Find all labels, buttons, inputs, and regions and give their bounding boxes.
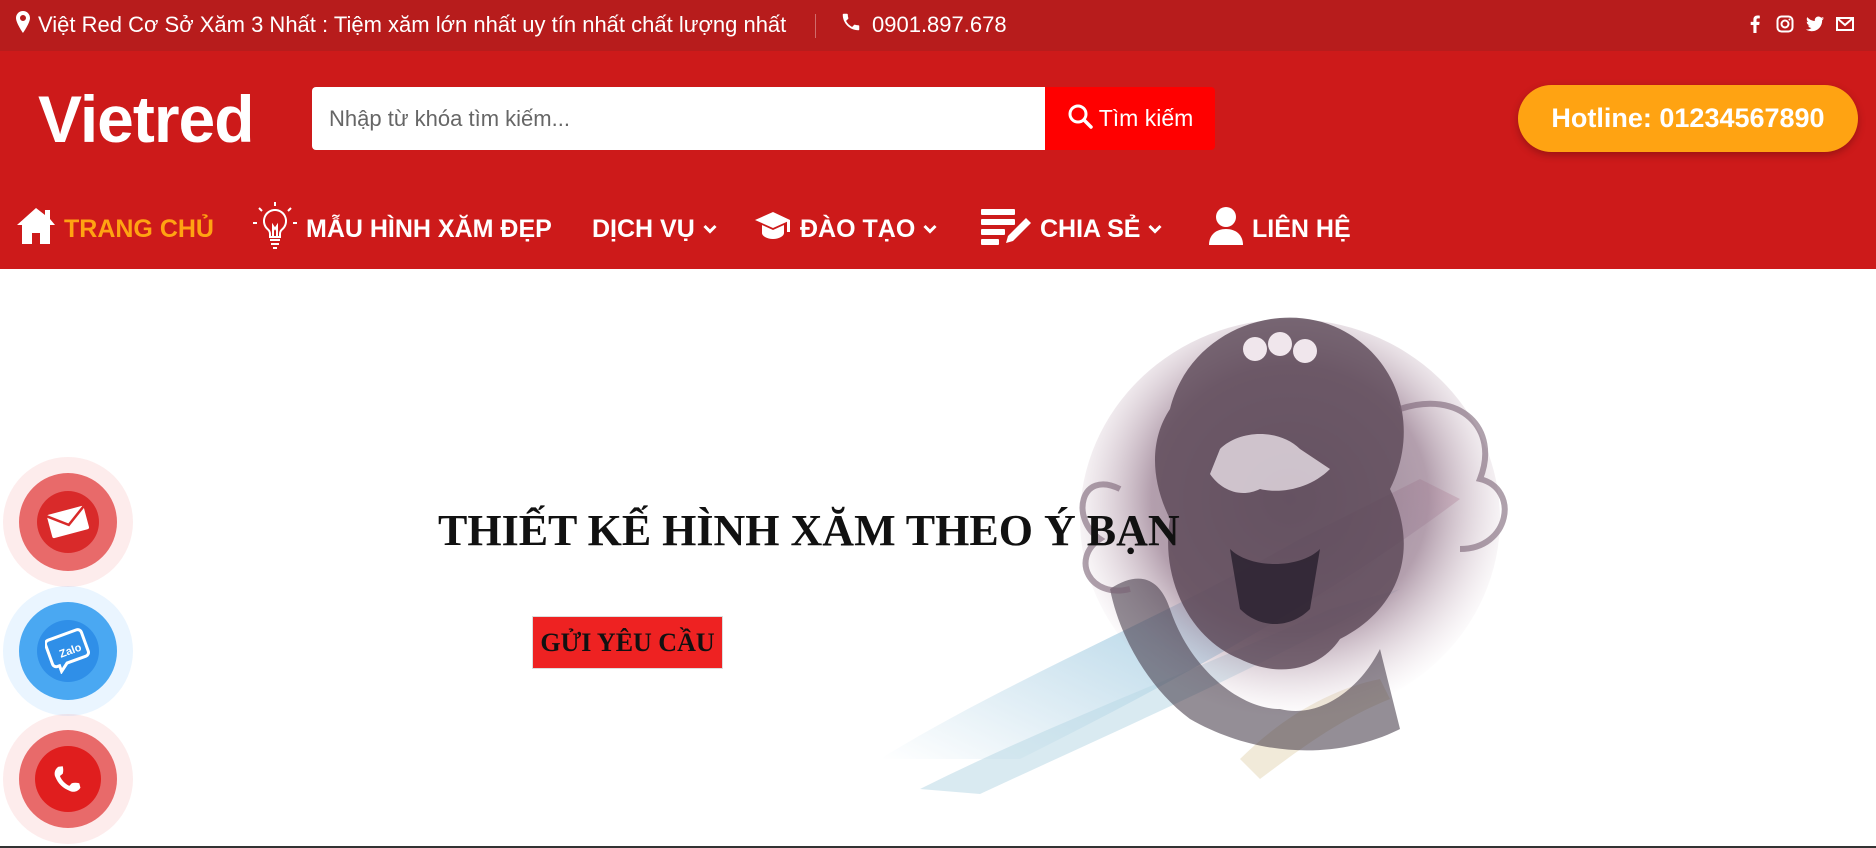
location-info: Việt Red Cơ Sở Xăm 3 Nhất : Tiệm xăm lớn… — [16, 11, 786, 39]
top-phone-link[interactable]: 0901.897.678 — [840, 11, 1007, 39]
user-icon — [1208, 206, 1244, 253]
nav-label-services: DỊCH VỤ — [592, 214, 695, 243]
chevron-down-icon — [703, 224, 717, 234]
nav-label-tattoo-designs: MẪU HÌNH XĂM ĐẸP — [306, 214, 552, 243]
phone-icon — [840, 11, 862, 39]
float-phone-button[interactable] — [3, 714, 133, 844]
chevron-down-icon — [1148, 224, 1163, 234]
nav-item-training[interactable]: ĐÀO TẠO — [754, 199, 937, 259]
top-phone-number: 0901.897.678 — [872, 12, 1007, 37]
email-icon[interactable] — [1836, 13, 1854, 35]
nav-label-contact: LIÊN HỆ — [1252, 214, 1351, 243]
email-icon — [37, 491, 99, 553]
map-pin-icon — [16, 11, 30, 39]
location-text: Việt Red Cơ Sở Xăm 3 Nhất : Tiệm xăm lớn… — [38, 12, 787, 37]
search-input[interactable] — [312, 87, 1045, 150]
edit-list-icon — [980, 206, 1032, 253]
graduation-cap-icon — [754, 210, 792, 249]
search-icon — [1067, 103, 1093, 135]
zalo-icon: Zalo — [37, 620, 99, 682]
search-button[interactable]: Tìm kiếm — [1045, 87, 1215, 150]
site-logo[interactable]: Vietred — [38, 81, 255, 157]
send-request-button[interactable]: GỬI YÊU CẦU — [532, 616, 723, 669]
nav-label-share: CHIA SẺ — [1040, 214, 1141, 243]
main-header: Vietred Tìm kiếm Hotline: 01234567890 TR… — [0, 51, 1876, 269]
float-zalo-button[interactable]: Zalo — [3, 586, 133, 716]
nav-item-contact[interactable]: LIÊN HỆ — [1208, 199, 1351, 259]
hero-title: THIẾT KẾ HÌNH XĂM THEO Ý BẠN — [438, 506, 1180, 555]
main-nav: TRANG CHỦ MẪU HÌNH XĂM ĐẸP DỊCH VỤ ĐÀO T… — [0, 199, 1876, 259]
hero-banner: THIẾT KẾ HÌNH XĂM THEO Ý BẠN GỬI YÊU CẦU — [0, 269, 1876, 848]
nav-item-services[interactable]: DỊCH VỤ — [592, 199, 717, 259]
tattoo-artwork-image — [880, 317, 1508, 794]
phone-icon — [35, 746, 101, 812]
social-links — [1746, 13, 1854, 35]
nav-label-home: TRANG CHỦ — [64, 214, 214, 243]
chevron-down-icon — [923, 224, 937, 234]
lightbulb-icon — [252, 201, 298, 258]
nav-item-tattoo-designs[interactable]: MẪU HÌNH XĂM ĐẸP — [252, 199, 552, 259]
top-bar: Việt Red Cơ Sở Xăm 3 Nhất : Tiệm xăm lớn… — [0, 0, 1876, 51]
twitter-icon[interactable] — [1806, 13, 1824, 35]
nav-item-home[interactable]: TRANG CHỦ — [16, 199, 214, 259]
nav-label-training: ĐÀO TẠO — [800, 214, 916, 243]
divider — [815, 14, 816, 38]
facebook-icon[interactable] — [1746, 13, 1764, 35]
nav-item-share[interactable]: CHIA SẺ — [980, 199, 1163, 259]
search-button-label: Tìm kiếm — [1098, 105, 1194, 131]
float-email-button[interactable] — [3, 457, 133, 587]
home-icon — [16, 207, 56, 252]
instagram-icon[interactable] — [1776, 13, 1794, 35]
hotline-button[interactable]: Hotline: 01234567890 — [1518, 85, 1858, 152]
